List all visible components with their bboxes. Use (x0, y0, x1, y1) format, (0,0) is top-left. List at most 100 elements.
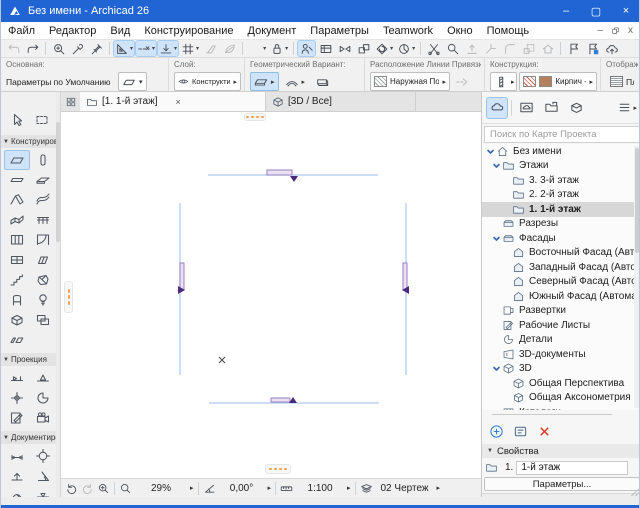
orientation-control[interactable]: 0,00° ▸ (199, 479, 276, 497)
tree-scrollbar[interactable] (634, 146, 640, 408)
renovation-filter-button[interactable] (297, 40, 316, 57)
inject-parameters-button[interactable] (87, 40, 106, 57)
tree-item-elevation-east[interactable]: Восточный Фасад (Автоматический) (482, 246, 640, 261)
scale-control[interactable]: 1:100 ▸ (276, 479, 355, 497)
wall-tool[interactable] (4, 150, 30, 170)
mesh-tool[interactable] (4, 210, 30, 230)
mdi-minimize-button[interactable]: – (597, 25, 603, 36)
door-tool[interactable] (30, 230, 56, 250)
project-marker-button[interactable] (564, 40, 583, 57)
tree-item-worksheets[interactable]: Рабочие Листы (482, 318, 640, 333)
interior-elevation-tool[interactable] (4, 388, 30, 408)
suspend-groups-button[interactable] (220, 40, 239, 57)
tab-3d-all[interactable]: [3D / Все] (266, 92, 416, 111)
navigator-menu-button[interactable]: ▸ (617, 100, 637, 115)
navigate-forward-icon[interactable] (81, 482, 94, 495)
modify-home-button[interactable] (538, 40, 557, 57)
tree-item-elevation-west[interactable]: Западный Фасад (Автоматический) (482, 260, 640, 275)
display-mode-button[interactable]: Пла... (606, 72, 638, 91)
tree-item-generic-axonometry[interactable]: Общая Аксонометрия (482, 391, 640, 406)
composite-select-button[interactable]: Кирпич - Гли... ▸ (519, 72, 597, 91)
library-cloud-button[interactable] (602, 40, 621, 57)
tree-item-schedules[interactable]: Каталоги (482, 405, 640, 410)
elevation-marker-east[interactable] (402, 263, 409, 294)
zoom-in-icon[interactable] (97, 482, 110, 495)
opening-tool[interactable] (4, 330, 30, 350)
new-viewpoint-icon[interactable] (489, 424, 504, 439)
lamp-tool[interactable] (30, 290, 56, 310)
chevron-down-icon[interactable] (492, 234, 501, 243)
menu-window[interactable]: Окно (440, 22, 480, 40)
section-tool[interactable] (4, 368, 30, 388)
geometry-chained-button[interactable] (311, 72, 333, 91)
curtain-wall-tool[interactable] (4, 230, 30, 250)
elevation-tool[interactable] (30, 368, 56, 388)
elevate-button[interactable] (462, 40, 481, 57)
menu-teamwork[interactable]: Teamwork (376, 22, 440, 40)
zone-tool[interactable] (4, 310, 30, 330)
object-tool[interactable] (4, 290, 30, 310)
eraser-button[interactable] (201, 40, 220, 57)
marquee-options-button[interactable]: ▾ (246, 40, 268, 57)
elevation-marker-north[interactable] (267, 170, 298, 182)
elevation-dimension-tool[interactable] (4, 466, 30, 486)
stretch-button[interactable] (335, 40, 354, 57)
shell-tool[interactable] (30, 190, 56, 210)
floor-plan-canvas[interactable] (61, 112, 481, 478)
menu-file[interactable]: Файл (1, 22, 42, 40)
menu-view[interactable]: Вид (103, 22, 137, 40)
undo-button[interactable] (4, 40, 23, 57)
zoom-to-selection-button[interactable] (49, 40, 68, 57)
stair-tool[interactable] (4, 270, 30, 290)
menu-options[interactable]: Параметры (303, 22, 376, 40)
arrow-tool[interactable] (5, 110, 30, 130)
dock-grip-left[interactable] (64, 281, 73, 313)
project-map-tab[interactable] (486, 97, 508, 119)
properties-header[interactable]: ▼Свойства (482, 444, 640, 458)
resize-button[interactable] (519, 40, 538, 57)
toolbox-scrollbar[interactable] (56, 92, 60, 497)
fillet-button[interactable] (500, 40, 519, 57)
snap-grid-button[interactable]: ▾ (179, 40, 201, 57)
flip-reference-button[interactable] (452, 73, 471, 90)
roof-tool[interactable] (4, 190, 30, 210)
mdi-close-button[interactable]: x (628, 25, 633, 36)
lock-button[interactable]: ▾ (268, 40, 290, 57)
elevation-marker-west[interactable] (178, 263, 185, 294)
tree-item-elevations[interactable]: Фасады (482, 231, 640, 246)
dock-grip-top[interactable] (244, 113, 266, 121)
geometry-curved-button[interactable]: ▸ (281, 72, 310, 91)
tree-item-details[interactable]: Детали (482, 333, 640, 348)
story-name-input[interactable] (516, 461, 628, 475)
layout-book-tab[interactable] (540, 97, 562, 119)
settings-button[interactable]: Параметры... (484, 477, 640, 491)
adjust-button[interactable] (443, 40, 462, 57)
chevron-down-icon[interactable] (492, 408, 501, 410)
maximize-button[interactable]: ▢ (581, 0, 611, 22)
close-button[interactable]: × (611, 0, 640, 22)
structure-type-button[interactable]: ▸ (490, 72, 517, 91)
tree-item-elevation-north[interactable]: Северный Фасад (Автоматический) (482, 275, 640, 290)
text-tool[interactable] (30, 486, 56, 497)
tree-item-interior-elevations[interactable]: Развертки (482, 304, 640, 319)
window-tool[interactable] (4, 250, 30, 270)
toolbox-section-document[interactable]: ▼Документирование (1, 431, 60, 444)
tree-item-3d[interactable]: 3D (482, 362, 640, 377)
toolbox-section-design[interactable]: ▼Конструирование (1, 135, 60, 148)
column-tool[interactable] (30, 150, 56, 170)
marquee-tool[interactable] (30, 110, 55, 130)
menu-document[interactable]: Документ (241, 22, 304, 40)
tree-item-generic-perspective[interactable]: Общая Перспектива (482, 376, 640, 391)
level-dimension-tool[interactable] (30, 446, 56, 466)
tree-item-3d-documents[interactable]: 3D-документы (482, 347, 640, 362)
reference-line-select-button[interactable]: Наружная Пове... ▸ (370, 72, 450, 91)
angle-dimension-tool[interactable] (30, 466, 56, 486)
chevron-down-icon[interactable] (492, 161, 501, 170)
layer-select-button[interactable]: Конструктив - Стены Не... ▸ (174, 72, 241, 91)
tree-item-stories[interactable]: Этажи (482, 159, 640, 174)
minimize-button[interactable]: – (551, 0, 581, 22)
resize-grip[interactable] (631, 487, 640, 496)
trim-button[interactable] (481, 40, 500, 57)
tree-item-story-1[interactable]: 1. 1-й этаж (482, 202, 640, 217)
settings-panel-icon[interactable] (513, 424, 528, 439)
